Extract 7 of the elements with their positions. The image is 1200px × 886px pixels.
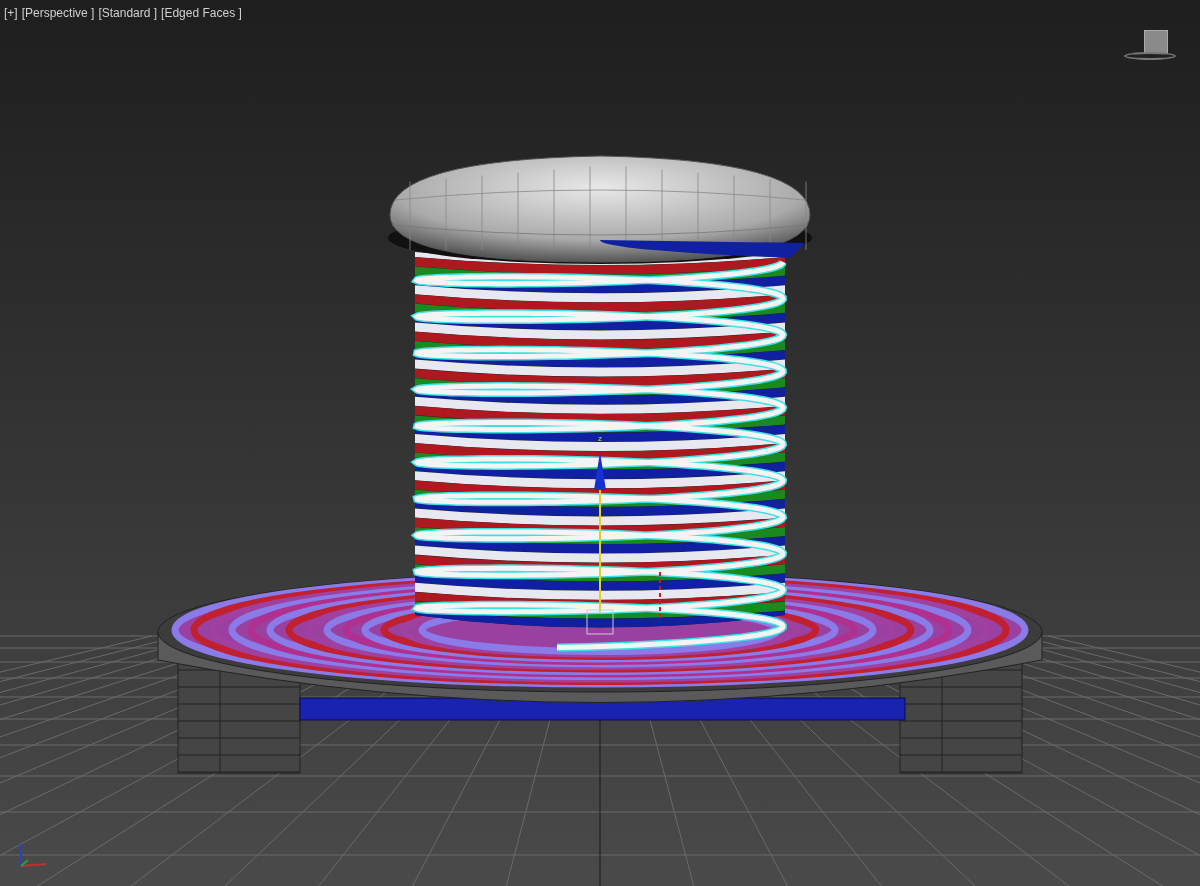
move-gizmo[interactable]: z [586,434,661,635]
viewport-label[interactable]: [Standard ] [98,4,158,22]
viewport-label[interactable]: [+] [4,4,18,22]
viewport-label[interactable]: [Perspective ] [21,4,95,22]
axis-label: z [598,434,602,443]
viewport-label[interactable]: [Edged Faces ] [161,4,242,22]
viewcube[interactable] [1124,30,1176,62]
